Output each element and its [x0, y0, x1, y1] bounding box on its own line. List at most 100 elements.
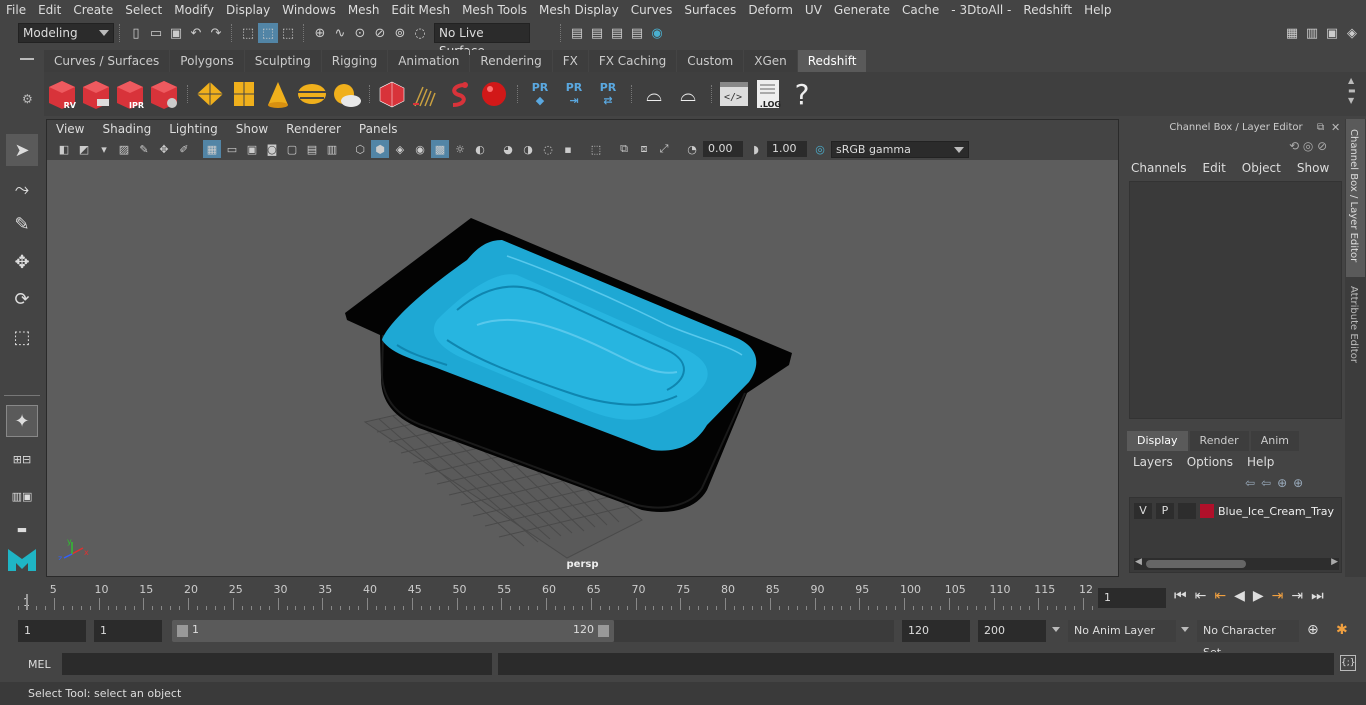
xray-icon[interactable]: ▩ [431, 140, 449, 158]
move-tool-icon[interactable]: ✥ [6, 246, 38, 278]
tab-fx-caching[interactable]: FX Caching [588, 50, 677, 72]
menu-display[interactable]: Display [220, 0, 276, 20]
character-set-select[interactable]: No Character Set [1197, 620, 1299, 659]
menu-redshift[interactable]: Redshift [1017, 0, 1078, 20]
anim-layer-dropdown-icon[interactable] [1181, 627, 1189, 632]
tab-sculpting[interactable]: Sculpting [244, 50, 321, 72]
depth-of-field-icon[interactable]: ▪ [559, 140, 577, 158]
layer-tools-icons[interactable]: ⇦⇦⊕⊕ [1245, 476, 1309, 490]
tab-curves-surfaces[interactable]: Curves / Surfaces [44, 50, 170, 72]
step-back-key-icon[interactable]: ⇤ [1195, 588, 1215, 604]
float-panel-icon[interactable]: ⧉ [1317, 122, 1324, 133]
menu-surfaces[interactable]: Surfaces [678, 0, 742, 20]
rs-volume-icon[interactable] [444, 76, 476, 112]
rs-light-dome-icon[interactable] [296, 76, 328, 112]
layer-playback-toggle[interactable]: P [1156, 503, 1174, 519]
render-view-icon[interactable]: ▤ [567, 23, 587, 43]
anim-end-field[interactable]: 200 [978, 620, 1046, 642]
workspace-toggle-icon[interactable]: ▦ [1282, 23, 1302, 43]
viewport-menu-shading[interactable]: Shading [93, 122, 160, 136]
tab-rigging[interactable]: Rigging [321, 50, 388, 72]
layer-row[interactable]: V P Blue_Ice_Cream_Tray [1134, 502, 1339, 520]
undo-icon[interactable]: ↶ [186, 23, 206, 43]
workspace-select[interactable]: Modeling [18, 23, 114, 43]
field-chart-icon[interactable]: ▢ [283, 140, 301, 158]
rs-bake-icon[interactable]: ⌓ [638, 76, 670, 112]
anim-start-field[interactable]: 1 [18, 620, 86, 642]
snap-grid-icon[interactable]: ⊕ [310, 23, 330, 43]
menu-uv[interactable]: UV [799, 0, 828, 20]
playback-start-field[interactable]: 1 [94, 620, 162, 642]
rotate-tool-icon[interactable]: ⟳ [6, 283, 38, 315]
rs-help-icon[interactable]: ? [786, 76, 818, 112]
anti-alias-icon[interactable]: ◌ [539, 140, 557, 158]
rs-light-area-icon[interactable] [194, 76, 226, 112]
image-plane-icon[interactable]: ▨ [115, 140, 133, 158]
gamma-icon[interactable]: ◗ [747, 140, 765, 158]
snap-surface-icon[interactable]: ⊚ [390, 23, 410, 43]
menu-curves[interactable]: Curves [625, 0, 679, 20]
safe-title-icon[interactable]: ▥ [323, 140, 341, 158]
layer-color-swatch[interactable] [1200, 504, 1214, 518]
grid-toggle-icon[interactable]: ▦ [203, 140, 221, 158]
hypershade-icon[interactable]: ◉ [647, 23, 667, 43]
play-backward-icon[interactable]: ◀ [1234, 588, 1253, 604]
rs-hair-icon[interactable] [410, 76, 442, 112]
layer-menu-options[interactable]: Options [1187, 455, 1233, 473]
rs-light-portal-icon[interactable] [228, 76, 260, 112]
tab-rendering[interactable]: Rendering [470, 50, 552, 72]
menu-file[interactable]: File [0, 0, 32, 20]
range-slider[interactable]: 1 120 [172, 620, 614, 642]
textured-icon[interactable]: ◉ [411, 140, 429, 158]
rs-render-sequence-icon[interactable] [80, 76, 112, 112]
redo-icon[interactable]: ↷ [206, 23, 226, 43]
rs-sphere-icon[interactable] [478, 76, 510, 112]
go-to-start-icon[interactable]: ⏮ [1174, 588, 1195, 604]
select-object-icon[interactable]: ⬚ [258, 23, 278, 43]
live-surface-field[interactable]: No Live Surface [434, 23, 530, 58]
menu-generate[interactable]: Generate [828, 0, 896, 20]
channel-menu-show[interactable]: Show [1297, 161, 1329, 179]
auto-key-icon[interactable]: ⊕ [1307, 622, 1319, 638]
tab-polygons[interactable]: Polygons [170, 50, 244, 72]
playback-end-field[interactable]: 120 [902, 620, 970, 642]
layer-tab-anim[interactable]: Anim [1250, 431, 1299, 451]
rs-ipr-icon[interactable]: IPR [114, 76, 146, 112]
select-hierarchy-icon[interactable]: ⬚ [238, 23, 258, 43]
scale-tool-icon[interactable]: ⬚ [6, 321, 38, 353]
anim-end-dropdown-icon[interactable] [1052, 627, 1060, 632]
tab-redshift[interactable]: Redshift [797, 50, 867, 72]
color-management-icon[interactable]: ◎ [811, 140, 829, 158]
hud-icon[interactable]: ⤢ [655, 140, 673, 158]
new-scene-icon[interactable]: ▯ [126, 23, 146, 43]
rs-proxy-icon[interactable] [376, 76, 408, 112]
channel-menu-channels[interactable]: Channels [1131, 161, 1187, 179]
rs-pr-export-icon[interactable]: PR ⇥ [558, 76, 590, 112]
menu-cache[interactable]: Cache [896, 0, 945, 20]
menu-help[interactable]: Help [1078, 0, 1117, 20]
layer-menu-help[interactable]: Help [1247, 455, 1274, 473]
anim-prefs-icon[interactable]: ✱ [1336, 622, 1348, 638]
rs-script-editor-icon[interactable]: </> [718, 76, 750, 112]
rs-render-view-icon[interactable]: RV [46, 76, 78, 112]
tab-attribute-editor[interactable]: Attribute Editor [1346, 284, 1365, 374]
shelf-menu-icon[interactable] [20, 58, 34, 60]
gamma-field[interactable]: 1.00 [767, 141, 807, 157]
save-scene-icon[interactable]: ▣ [166, 23, 186, 43]
menu-modify[interactable]: Modify [168, 0, 220, 20]
range-slider-track[interactable] [614, 620, 894, 642]
anim-layer-select[interactable]: No Anim Layer [1068, 620, 1176, 642]
render-frame-icon[interactable]: ▤ [587, 23, 607, 43]
rs-light-spot-icon[interactable] [262, 76, 294, 112]
two-d-pan-icon[interactable]: ✥ [155, 140, 173, 158]
shadows-icon[interactable]: ◐ [471, 140, 489, 158]
viewport-menu-view[interactable]: View [47, 122, 93, 136]
lights-icon[interactable]: ☼ [451, 140, 469, 158]
time-ruler[interactable]: 5 10 15 20 25 30 35 40 45 50 55 60 65 70 75 80 85 90 95 100… [18, 582, 1093, 610]
safe-action-icon[interactable]: ▤ [303, 140, 321, 158]
layer-tab-render[interactable]: Render [1189, 431, 1249, 451]
tab-fx[interactable]: FX [552, 50, 588, 72]
menu-3dtoall[interactable]: - 3DtoAll - [945, 0, 1017, 20]
exposure-icon[interactable]: ◔ [683, 140, 701, 158]
command-input[interactable] [62, 653, 492, 675]
